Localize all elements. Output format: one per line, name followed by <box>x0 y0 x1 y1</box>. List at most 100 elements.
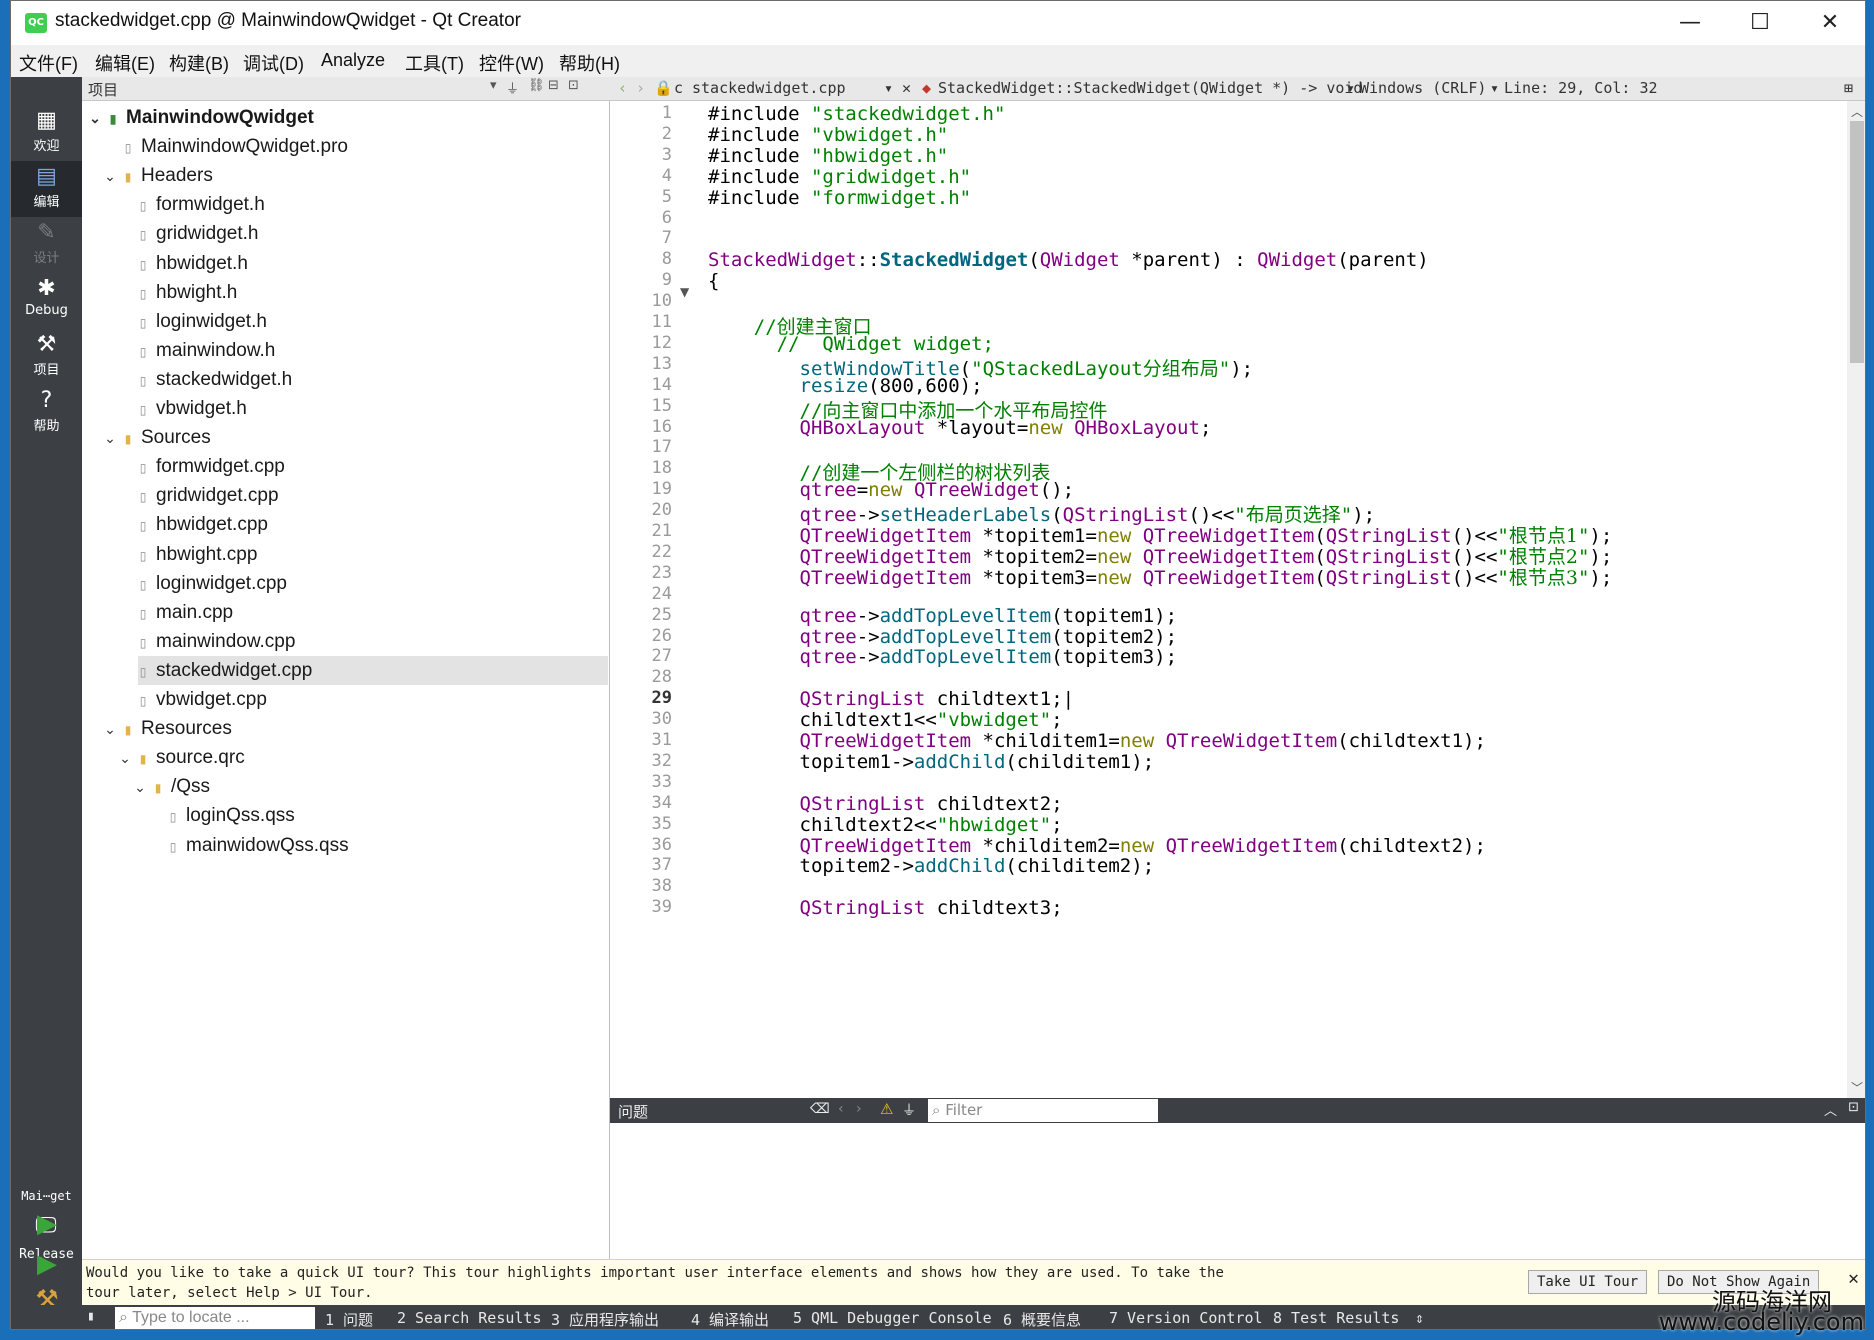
cursor-position[interactable]: Line: 29, Col: 32 <box>1504 79 1658 97</box>
code-line[interactable]: StackedWidget::StackedWidget(QWidget *pa… <box>708 249 1429 271</box>
split-icon[interactable]: ⊟ <box>548 78 559 93</box>
prev-icon[interactable]: ‹ <box>838 1101 844 1117</box>
issues-list[interactable] <box>610 1123 1865 1259</box>
code-line[interactable]: qtree->addTopLevelItem(topitem2); <box>708 626 1178 648</box>
tree-folder-item[interactable]: ⌄ ▮ /Qss <box>131 772 210 801</box>
clear-icon[interactable]: ⌫ <box>810 1101 830 1117</box>
tree-file-item[interactable]: ▯ mainwindow.cpp <box>116 627 296 656</box>
tree-file-item[interactable]: ▯ formwidget.cpp <box>116 452 285 481</box>
tree-folder-item[interactable]: ⌄ ▮ source.qrc <box>116 743 245 772</box>
fold-arrow-icon[interactable]: ▼ <box>680 285 689 299</box>
code-line[interactable]: // QWidget widget; <box>708 333 994 355</box>
close-button[interactable]: ✕ <box>1795 1 1865 45</box>
tree-file-item[interactable]: ▯ vbwidget.h <box>116 394 247 423</box>
code-line[interactable]: QTreeWidgetItem *childitem1=new QTreeWid… <box>708 730 1486 752</box>
menu-controls[interactable]: 控件(W) <box>479 50 544 76</box>
expand-arrow-icon[interactable]: ⌄ <box>86 104 104 133</box>
tree-file-item[interactable]: ▯ MainwindowQwidget.pro <box>101 132 348 161</box>
line-endings-dropdown-icon[interactable]: ▾ <box>1490 79 1499 97</box>
tree-file-item[interactable]: ▯ hbwidget.cpp <box>116 510 268 539</box>
pane-tab-version-control[interactable]: 7 Version Control <box>1109 1309 1263 1327</box>
menu-file[interactable]: 文件(F) <box>19 50 78 76</box>
tree-file-item[interactable]: ▯ hbwight.h <box>116 278 238 307</box>
take-ui-tour-button[interactable]: Take UI Tour <box>1528 1270 1648 1294</box>
expand-arrow-icon[interactable]: ⌄ <box>101 162 119 191</box>
pane-tab-search-results[interactable]: 2 Search Results <box>397 1309 542 1327</box>
mode-design[interactable]: ✎ 设计 <box>11 217 82 273</box>
mode-help[interactable]: ? 帮助 <box>11 385 82 441</box>
tree-file-item[interactable]: ▯ mainwidowQss.qss <box>146 831 349 860</box>
pane-tab-app-output[interactable]: 3 应用程序输出 <box>551 1309 659 1329</box>
expand-arrow-icon[interactable]: ⌄ <box>101 424 119 453</box>
forward-icon[interactable]: › <box>636 79 645 97</box>
code-line[interactable]: resize(800,600); <box>708 375 983 397</box>
scroll-down-icon[interactable]: ﹀ <box>1850 1079 1864 1096</box>
pane-tab-issues[interactable]: 1 问题 <box>325 1309 373 1329</box>
minimize-button[interactable]: — <box>1655 1 1725 45</box>
tree-file-item[interactable]: ▯ hbwight.cpp <box>116 540 258 569</box>
tree-folder-item[interactable]: ⌄ ▮ MainwindowQwidget <box>86 103 314 132</box>
code-line[interactable]: QHBoxLayout *layout=new QHBoxLayout; <box>708 417 1212 439</box>
code-line[interactable]: childtext2<<"hbwidget"; <box>708 814 1063 836</box>
menu-analyze[interactable]: Analyze <box>321 50 385 71</box>
code-line[interactable]: #include "stackedwidget.h" <box>708 103 1005 125</box>
pane-tab-compile-output[interactable]: 4 编译输出 <box>691 1309 769 1329</box>
tree-file-item[interactable]: ▯ stackedwidget.cpp <box>116 656 313 685</box>
menu-build[interactable]: 构建(B) <box>169 50 229 76</box>
code-line[interactable]: #include "hbwidget.h" <box>708 145 948 167</box>
back-icon[interactable]: ‹ <box>618 79 627 97</box>
tree-file-item[interactable]: ▯ gridwidget.cpp <box>116 481 279 510</box>
issues-filter-input[interactable]: ⌕ Filter <box>928 1099 1158 1122</box>
close-pane-icon[interactable]: ⊡ <box>1848 1100 1859 1115</box>
filter-icon[interactable]: ⏚ <box>902 1100 916 1120</box>
tree-file-item[interactable]: ▯ main.cpp <box>116 598 233 627</box>
menu-debug[interactable]: 调试(D) <box>243 50 304 76</box>
pane-tab-summary[interactable]: 6 概要信息 <box>1003 1309 1081 1329</box>
code-line[interactable]: QStringList childtext2; <box>708 793 1063 815</box>
filter-icon[interactable]: ⏚ <box>506 78 519 97</box>
next-icon[interactable]: › <box>856 1101 862 1117</box>
debug-run-icon[interactable]: ▶ <box>31 1249 63 1281</box>
run-icon[interactable]: ▶ <box>31 1209 63 1241</box>
code-editor[interactable]: 1 2 3 4 5 6 7 8 9 10 11 12 13 14 15 16 17 18 19 20 21 22 23 24 2… <box>610 101 1865 1098</box>
menu-help[interactable]: 帮助(H) <box>559 50 620 76</box>
scrollbar-thumb[interactable] <box>1850 121 1864 363</box>
tree-folder-item[interactable]: ⌄ ▮ Headers <box>101 161 213 190</box>
pane-tab-test-results[interactable]: 8 Test Results <box>1273 1309 1399 1327</box>
maximize-pane-icon[interactable]: ︿ <box>1824 1100 1837 1119</box>
link-icon[interactable]: ⛓ <box>528 78 545 93</box>
symbol-dropdown-icon[interactable]: ▾ <box>1346 79 1355 97</box>
tree-file-item[interactable]: ▯ loginwidget.cpp <box>116 569 287 598</box>
code-line[interactable]: #include "vbwidget.h" <box>708 124 948 146</box>
code-line[interactable]: topitem1->addChild(childitem1); <box>708 751 1155 773</box>
close-infobar-icon[interactable]: ✕ <box>1848 1268 1859 1289</box>
maximize-button[interactable]: ☐ <box>1725 1 1795 45</box>
close-pane-icon[interactable]: ⊡ <box>568 78 579 93</box>
expand-arrow-icon[interactable]: ⌄ <box>131 773 149 802</box>
view-dropdown-icon[interactable]: ▾ <box>490 78 497 93</box>
locator-input[interactable]: ⌕ Type to locate ... <box>115 1307 315 1329</box>
expand-arrow-icon[interactable]: ⌄ <box>116 744 134 773</box>
tree-file-item[interactable]: ▯ hbwidget.h <box>116 249 248 278</box>
pane-tab-qml-debugger[interactable]: 5 QML Debugger Console <box>793 1309 992 1327</box>
expand-arrow-icon[interactable]: ⌄ <box>101 715 119 744</box>
tree-file-item[interactable]: ▯ mainwindow.h <box>116 336 276 365</box>
file-dropdown-icon[interactable]: ▾ <box>884 79 893 97</box>
mode-projects[interactable]: ⚒ 项目 <box>11 329 82 385</box>
tree-file-item[interactable]: ▯ formwidget.h <box>116 190 265 219</box>
line-endings-selector[interactable]: Windows (CRLF) <box>1360 79 1486 97</box>
code-line[interactable]: #include "formwidget.h" <box>708 187 971 209</box>
tree-file-item[interactable]: ▯ vbwidget.cpp <box>116 685 267 714</box>
tree-folder-item[interactable]: ⌄ ▮ Resources <box>101 714 232 743</box>
code-line[interactable]: topitem2->addChild(childitem2); <box>708 855 1155 877</box>
tree-file-item[interactable]: ▯ loginwidget.h <box>116 307 267 336</box>
code-line[interactable]: qtree->addTopLevelItem(topitem1); <box>708 605 1178 627</box>
menu-tools[interactable]: 工具(T) <box>405 50 464 76</box>
split-editor-icon[interactable]: ⊞ <box>1844 79 1853 97</box>
code-line[interactable]: { <box>708 270 719 292</box>
mode-debug[interactable]: ✱ Debug <box>11 273 82 329</box>
mode-edit[interactable]: ▤ 编辑 <box>11 161 82 217</box>
menu-edit[interactable]: 编辑(E) <box>95 50 155 76</box>
code-line[interactable]: QTreeWidgetItem *topitem3=new QTreeWidge… <box>708 563 1613 590</box>
tree-file-item[interactable]: ▯ gridwidget.h <box>116 219 259 248</box>
